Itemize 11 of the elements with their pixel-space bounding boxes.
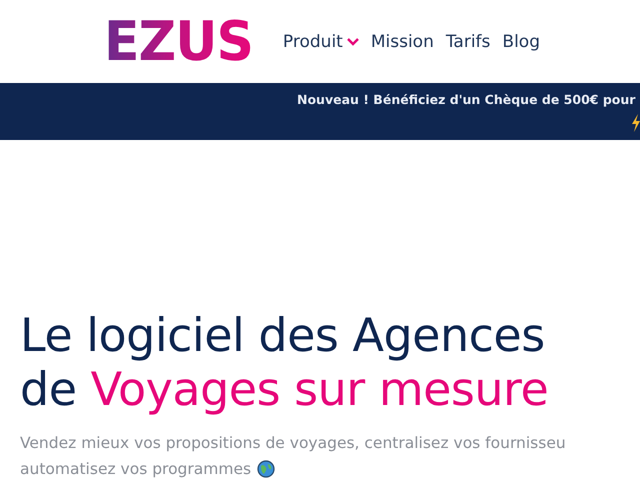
globe-icon <box>257 460 276 478</box>
nav-link[interactable]: Blog <box>502 32 540 52</box>
subtitle-text: automatisez vos programmes <box>20 459 252 480</box>
subtitle-text: Vendez mieux vos propositions de voyages, centralisez vos fournisseu <box>20 433 566 454</box>
nav-link[interactable]: Mission <box>370 32 434 52</box>
lightning-icon <box>632 114 640 132</box>
nav-link[interactable]: Tarifs <box>446 32 490 52</box>
banner-text: Nouveau ! Bénéficiez d'un Chèque de 500€ pour <box>297 92 636 107</box>
headline: Le logiciel des Agences de Voyages sur mesure <box>20 308 550 416</box>
chevron-down-icon <box>346 38 359 46</box>
nav-link[interactable]: Produit <box>282 32 359 52</box>
